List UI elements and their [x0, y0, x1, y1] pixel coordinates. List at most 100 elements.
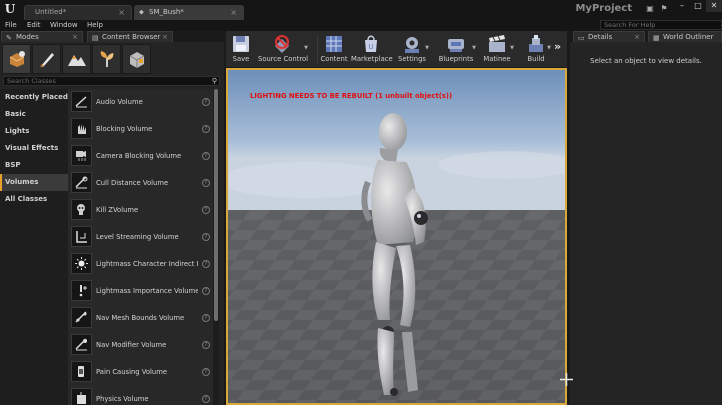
tab-modes[interactable]: ✎ Modes ×	[1, 31, 83, 42]
help-search-input[interactable]: Search For Help	[600, 20, 722, 30]
level-viewport[interactable]: LIGHTING NEEDS TO BE REBUILT (1 unbuilt …	[226, 68, 567, 405]
close-icon[interactable]: ×	[162, 32, 168, 42]
list-item[interactable]: Physics Volume ?	[68, 386, 213, 405]
title-bar: U Untitled* × ⬥ SM_Bush* × MyProject ▣ ⚑…	[0, 0, 722, 20]
close-icon[interactable]: ×	[634, 32, 640, 42]
list-item[interactable]: Nav Modifier Volume ?	[68, 332, 213, 359]
list-item[interactable]: Audio Volume ?	[68, 89, 213, 116]
maximize-button[interactable]: □	[690, 0, 706, 12]
help-icon[interactable]: ?	[202, 395, 210, 403]
chevron-down-icon[interactable]: ▼	[304, 45, 308, 51]
help-icon[interactable]: ?	[202, 341, 210, 349]
help-icon[interactable]: ?	[202, 314, 210, 322]
help-icon[interactable]: ?	[202, 125, 210, 133]
settings-gear-icon	[405, 37, 419, 53]
matinee-button[interactable]: Matinee ▼	[482, 31, 514, 67]
save-icon	[233, 36, 249, 52]
menu-help[interactable]: Help	[87, 20, 103, 31]
chevron-down-icon[interactable]: ▼	[472, 45, 476, 51]
item-label: Camera Blocking Volume	[96, 152, 182, 160]
foliage-mode-button[interactable]	[92, 44, 121, 74]
close-window-button[interactable]: ✕	[706, 0, 722, 12]
build-button[interactable]: Build ▼	[523, 31, 551, 67]
list-item[interactable]: Cull Distance Volume ?	[68, 170, 213, 197]
landscape-mode-button[interactable]	[62, 44, 91, 74]
lightmass-character-icon	[71, 253, 92, 274]
help-icon[interactable]: ?	[202, 233, 210, 241]
help-icon[interactable]: ?	[202, 206, 210, 214]
category-visual-effects[interactable]: Visual Effects	[0, 140, 68, 157]
close-icon[interactable]: ×	[72, 32, 78, 42]
pain-causing-icon	[71, 361, 92, 382]
item-label: Lightmass Importance Volume	[96, 287, 198, 295]
unreal-logo-icon: U	[4, 2, 16, 16]
list-item[interactable]: Camera Blocking Volume ?	[68, 143, 213, 170]
item-label: Lightmass Character Indirect D	[96, 260, 198, 268]
list-item[interactable]: Lightmass Character Indirect D ?	[68, 251, 213, 278]
close-icon[interactable]: ×	[118, 6, 125, 19]
notification-icon[interactable]: ⚑	[659, 4, 669, 14]
menu-window[interactable]: Window	[50, 20, 78, 31]
modes-panel: Search Classes ⚲ Recently Placed Basic L…	[0, 42, 224, 405]
lighting-rebuild-warning: LIGHTING NEEDS TO BE REBUILT (1 unbuilt …	[250, 92, 453, 100]
help-icon[interactable]: ?	[202, 98, 210, 106]
minimize-button[interactable]: –	[674, 0, 690, 12]
blueprints-button[interactable]: Blueprints ▼	[438, 31, 476, 67]
chevron-down-icon[interactable]: ▼	[425, 45, 429, 51]
list-item[interactable]: Kill ZVolume ?	[68, 197, 213, 224]
scrollbar-thumb[interactable]	[214, 89, 218, 321]
tab-world-outliner-label: World Outliner	[663, 33, 714, 41]
feedback-icon[interactable]: ▣	[645, 4, 655, 14]
paint-mode-button[interactable]	[32, 44, 61, 74]
place-mode-icon	[9, 51, 25, 67]
class-search-input[interactable]: Search Classes ⚲	[3, 76, 220, 86]
geometry-mode-button[interactable]	[122, 44, 151, 74]
list-item[interactable]: Pain Causing Volume ?	[68, 359, 213, 386]
category-all-classes[interactable]: All Classes	[0, 191, 68, 208]
list-item[interactable]: Blocking Volume ?	[68, 116, 213, 143]
marketplace-label: Marketplace	[351, 55, 393, 63]
category-basic[interactable]: Basic	[0, 106, 68, 123]
close-icon[interactable]: ×	[230, 6, 237, 19]
source-control-icon	[275, 35, 289, 53]
list-item[interactable]: Lightmass Importance Volume ?	[68, 278, 213, 305]
item-label: Pain Causing Volume	[96, 368, 168, 376]
list-item[interactable]: Nav Mesh Bounds Volume ?	[68, 305, 213, 332]
category-recently-placed[interactable]: Recently Placed	[0, 89, 68, 106]
marketplace-button[interactable]: U Marketplace	[351, 31, 393, 67]
audio-volume-icon	[71, 91, 92, 112]
help-icon[interactable]: ?	[202, 179, 210, 187]
tab-details[interactable]: ▭ Details ×	[573, 31, 645, 42]
tab-content-browser[interactable]: ▤ Content Browser ×	[87, 31, 173, 42]
menu-edit[interactable]: Edit	[27, 20, 41, 31]
content-button[interactable]: Content	[320, 31, 348, 67]
help-icon[interactable]: ?	[202, 287, 210, 295]
help-icon[interactable]: ?	[202, 260, 210, 268]
tab-world-outliner[interactable]: ▦ World Outliner	[648, 31, 722, 42]
content-browser-icon	[326, 36, 342, 52]
help-icon[interactable]: ?	[202, 368, 210, 376]
level-streaming-volume-icon	[71, 226, 92, 247]
help-icon[interactable]: ?	[202, 152, 210, 160]
category-bsp[interactable]: BSP	[0, 157, 68, 174]
place-mode-button[interactable]	[2, 44, 31, 74]
save-button[interactable]: Save	[228, 31, 254, 67]
build-icon	[529, 35, 543, 52]
tab-sm-bush[interactable]: ⬥ SM_Bush* ×	[134, 5, 244, 20]
items-scrollbar[interactable]	[213, 89, 219, 405]
source-control-button[interactable]: Source Control ▼	[258, 31, 309, 67]
source-control-label: Source Control	[258, 55, 309, 63]
viewport-scene	[228, 70, 565, 403]
settings-button[interactable]: Settings ▼	[397, 31, 429, 67]
item-label: Cull Distance Volume	[96, 179, 169, 187]
category-volumes[interactable]: Volumes	[0, 174, 68, 191]
menu-file[interactable]: File	[5, 20, 17, 31]
category-lights[interactable]: Lights	[0, 123, 68, 140]
chevron-down-icon[interactable]: ▼	[510, 45, 514, 51]
marketplace-icon: U	[365, 35, 377, 52]
toolbar-overflow-icon[interactable]: »	[554, 40, 561, 53]
camera-blocking-volume-icon	[71, 145, 92, 166]
chevron-down-icon[interactable]: ▼	[547, 45, 551, 51]
tab-untitled[interactable]: Untitled* ×	[24, 5, 132, 20]
list-item[interactable]: Level Streaming Volume ?	[68, 224, 213, 251]
